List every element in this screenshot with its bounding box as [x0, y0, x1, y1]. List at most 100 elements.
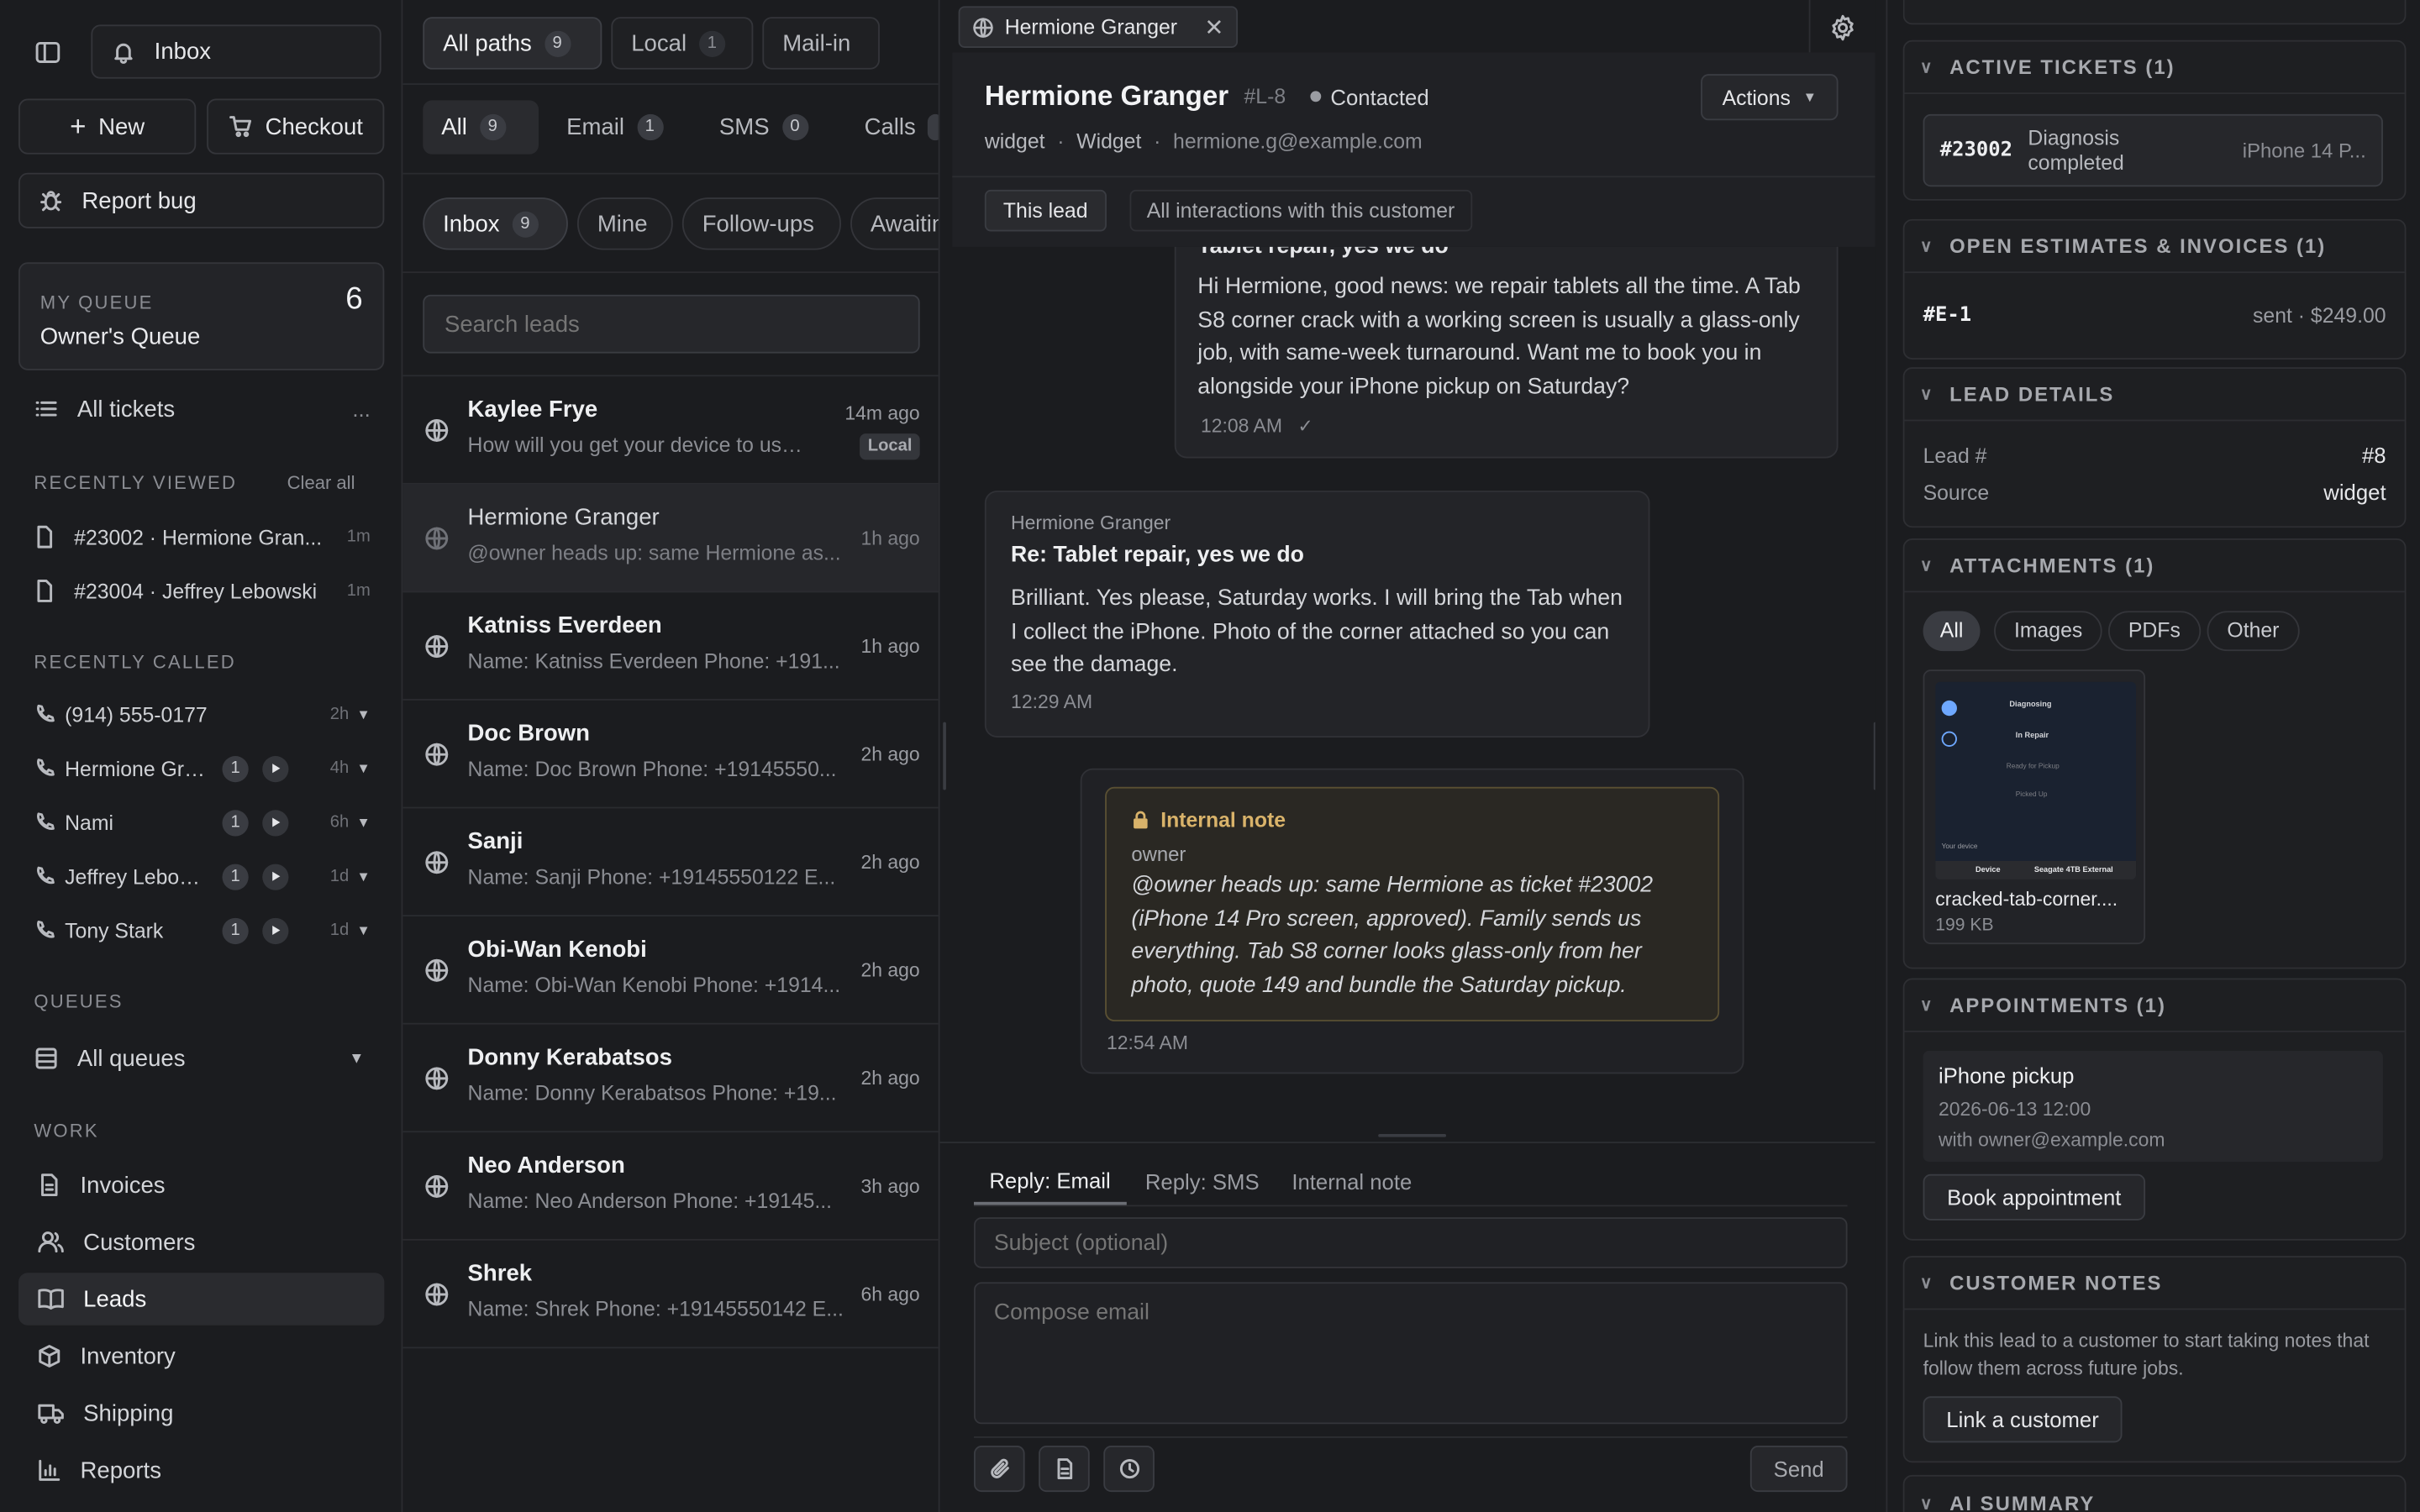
chevron-down-icon[interactable]: ▼	[356, 815, 370, 830]
section-header[interactable]: ∨ AI SUMMARY	[1905, 1477, 2405, 1512]
call-item[interactable]: Jeffrey Lebow... 1 1d ▼	[34, 861, 371, 892]
all-queues-dropdown[interactable]: All queues ▼	[34, 1042, 370, 1075]
thumb-text: Your device	[1941, 842, 1978, 851]
attachment-card[interactable]: Diagnosing In Repair Ready for Pickup Pi…	[1923, 669, 2146, 945]
chevron-down-icon: ∨	[1919, 386, 1934, 405]
my-queue-card[interactable]: MY QUEUE Owner's Queue 6	[18, 262, 385, 370]
tab-sms[interactable]: SMS 0	[701, 100, 824, 154]
tab-all-interactions[interactable]: All interactions with this customer	[1129, 189, 1472, 232]
sidebar-toggle-icon[interactable]	[34, 39, 61, 66]
chevron-down-icon[interactable]: ▼	[356, 761, 370, 776]
play-icon[interactable]	[262, 916, 289, 944]
ticket-device: iPhone 14 P...	[2242, 139, 2366, 162]
appointment-card[interactable]: iPhone pickup 2026-06-13 12:00 with owne…	[1923, 1050, 2383, 1163]
tab-all[interactable]: All 9	[423, 100, 539, 155]
nav-customers[interactable]: Customers	[18, 1215, 384, 1268]
clear-all-button[interactable]: Clear all	[287, 472, 355, 494]
estimates-section: ∨ OPEN ESTIMATES & INVOICES (1) #E-1 sent…	[1902, 218, 2407, 360]
call-count-badge: 1	[222, 755, 249, 782]
tab-this-lead[interactable]: This lead	[984, 189, 1107, 232]
play-icon[interactable]	[262, 863, 289, 890]
tab-reply-sms[interactable]: Reply: SMS	[1129, 1158, 1275, 1205]
call-item[interactable]: Hermione Gra... 1 4h ▼	[34, 753, 371, 784]
ticket-row[interactable]: #23002 Diagnosis completed iPhone 14 P..…	[1923, 113, 2383, 187]
call-item[interactable]: Tony Stark 1 1d ▼	[34, 915, 371, 946]
send-button[interactable]: Send	[1749, 1446, 1848, 1493]
chevron-down-icon[interactable]: ▼	[356, 869, 370, 884]
tab-mail-in[interactable]: Mail-in	[762, 17, 880, 70]
tab-follow-ups[interactable]: Follow-ups	[681, 197, 842, 250]
list-item[interactable]: Donny Kerabatsos Name: Donny Kerabatsos …	[402, 1025, 939, 1133]
checkout-button[interactable]: Checkout	[207, 98, 385, 155]
play-icon[interactable]	[262, 809, 289, 836]
divider	[952, 176, 1876, 178]
link-customer-button[interactable]: Link a customer	[1923, 1396, 2123, 1443]
attach-button[interactable]	[973, 1446, 1025, 1493]
detail-value: #8	[2361, 443, 2386, 468]
chevron-down-icon[interactable]: ▼	[356, 706, 370, 722]
tab-reply-email[interactable]: Reply: Email	[973, 1158, 1127, 1205]
subject-input[interactable]	[973, 1217, 1848, 1268]
check-icon: ✓	[1297, 415, 1313, 437]
composer-resize-handle[interactable]	[1378, 1134, 1447, 1137]
book-appointment-button[interactable]: Book appointment	[1923, 1173, 2146, 1221]
nav-invoices[interactable]: Invoices	[18, 1158, 384, 1210]
section-header[interactable]: ∨ ACTIVE TICKETS (1)	[1904, 42, 2405, 95]
recent-item[interactable]: #23004 · Jeffrey Lebowski 1m	[34, 575, 371, 606]
section-header[interactable]: ∨ CUSTOMER NOTES	[1904, 1257, 2405, 1310]
tab-email[interactable]: Email 1	[548, 100, 687, 154]
report-bug-button[interactable]: Report bug	[18, 172, 385, 228]
filter-images[interactable]: Images	[1994, 611, 2103, 652]
list-item[interactable]: Obi-Wan Kenobi Name: Obi-Wan Kenobi Phon…	[402, 916, 939, 1025]
nav-inventory[interactable]: Inventory	[18, 1330, 384, 1382]
section-header[interactable]: ∨ ATTACHMENTS (1)	[1904, 540, 2405, 593]
compose-textarea[interactable]	[973, 1282, 1848, 1425]
all-tickets-link[interactable]: All tickets ...	[34, 393, 371, 424]
template-button[interactable]	[1039, 1446, 1090, 1493]
lead-email[interactable]: hermione.g@example.com	[1173, 129, 1423, 153]
window-tab[interactable]: Hermione Granger ✕	[958, 6, 1239, 48]
play-icon[interactable]	[262, 755, 289, 782]
section-header[interactable]: ∨ LEAD DETAILS	[1904, 369, 2405, 422]
tab-internal-note[interactable]: Internal note	[1276, 1158, 1428, 1205]
list-item[interactable]: Doc Brown Name: Doc Brown Phone: +191455…	[402, 701, 939, 809]
actions-button[interactable]: Actions ▼	[1701, 74, 1839, 121]
more-icon[interactable]: ...	[352, 396, 370, 421]
attachment-name: cracked-tab-corner....	[1935, 888, 2118, 911]
list-item[interactable]: Hermione Granger @owner heads up: same H…	[402, 484, 939, 593]
tab-mine[interactable]: Mine	[576, 197, 673, 250]
close-icon[interactable]: ✕	[1204, 13, 1223, 40]
call-item[interactable]: Nami 1 6h ▼	[34, 807, 371, 838]
list-item[interactable]: Shrek Name: Shrek Phone: +19145550142 E.…	[402, 1241, 939, 1349]
list-item[interactable]: Katniss Everdeen Name: Katniss Everdeen …	[402, 592, 939, 701]
tab-inbox[interactable]: Inbox 9	[423, 197, 568, 250]
list-item[interactable]: Neo Anderson Name: Neo Anderson Phone: +…	[402, 1132, 939, 1241]
filter-other[interactable]: Other	[2207, 611, 2300, 652]
gear-icon[interactable]	[1829, 14, 1857, 42]
new-button[interactable]: + New	[18, 98, 197, 155]
search-input[interactable]	[423, 294, 920, 354]
chevron-down-icon[interactable]: ▼	[356, 922, 370, 937]
tab-local[interactable]: Local 1	[611, 17, 754, 70]
list-item[interactable]: Kaylee Frye How will you get your device…	[402, 376, 939, 485]
document-icon	[37, 1173, 61, 1197]
recent-item[interactable]: #23002 · Hermione Gran... 1m	[34, 522, 371, 553]
call-item[interactable]: (914) 555-0177 2h ▼	[34, 699, 371, 730]
list-item[interactable]: Sanji Name: Sanji Phone: +19145550122 E.…	[402, 808, 939, 917]
inbox-button[interactable]: Inbox	[91, 24, 381, 79]
tab-awaiting[interactable]: Awaiting	[850, 197, 939, 250]
schedule-button[interactable]	[1103, 1446, 1155, 1493]
recent-item-label: #23004 · Jeffrey Lebowski	[74, 579, 318, 603]
estimate-row[interactable]: #E-1 sent · $249.00	[1923, 297, 2386, 331]
filter-all[interactable]: All	[1923, 611, 1981, 652]
section-header[interactable]: ∨ OPEN ESTIMATES & INVOICES (1)	[1904, 221, 2405, 274]
internal-note-card: Internal note owner @owner heads up: sam…	[1105, 786, 1720, 1021]
nav-shipping[interactable]: Shipping	[18, 1387, 384, 1439]
section-header[interactable]: ∨ APPOINTMENTS (1)	[1904, 979, 2405, 1032]
tab-all-paths[interactable]: All paths 9	[423, 17, 602, 70]
tab-calls[interactable]: Calls	[846, 100, 939, 154]
filter-pdfs[interactable]: PDFs	[2107, 611, 2201, 652]
nav-leads[interactable]: Leads	[18, 1273, 385, 1326]
inbound-message: Hermione Granger Re: Tablet repair, yes …	[984, 491, 1650, 738]
nav-reports[interactable]: Reports	[18, 1444, 384, 1496]
